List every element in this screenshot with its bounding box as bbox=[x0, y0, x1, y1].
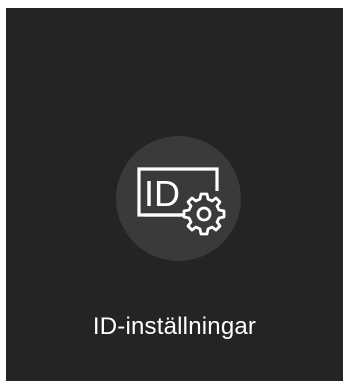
id-settings-icon: ID bbox=[116, 136, 241, 261]
id-icon-text: ID bbox=[144, 173, 180, 214]
menu-item-label: ID-inställningar bbox=[92, 313, 257, 340]
gear-icon bbox=[182, 192, 226, 236]
id-settings-tile[interactable]: ID ID-inställningar bbox=[6, 8, 343, 381]
